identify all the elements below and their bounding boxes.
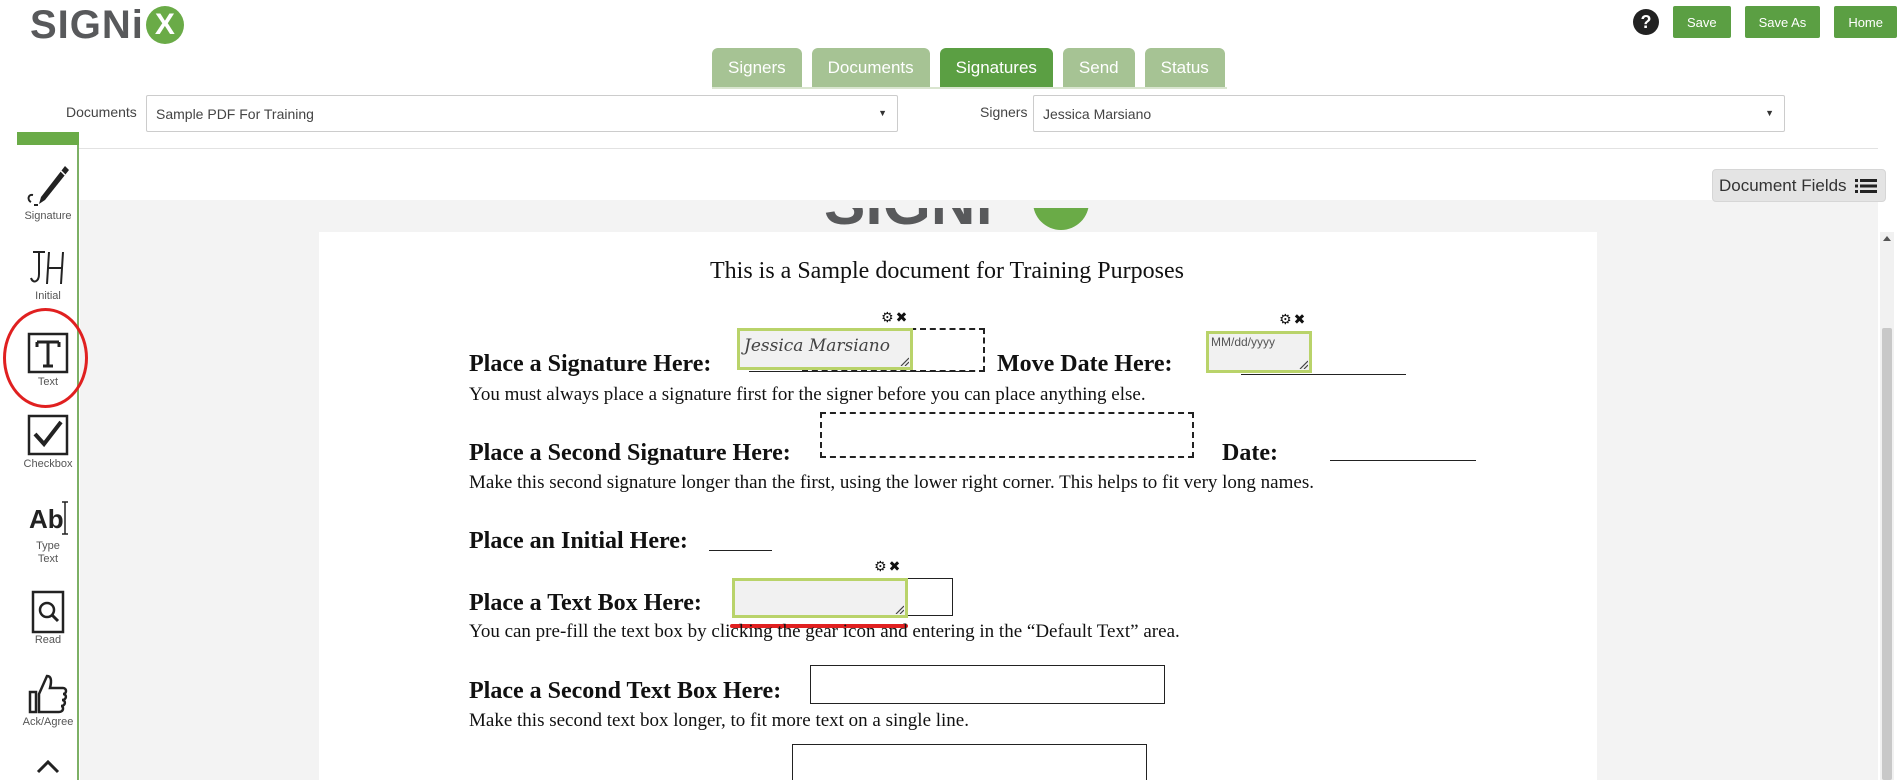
help-icon[interactable]: ? [1632,9,1659,35]
document-fields-button[interactable]: Document Fields [1712,169,1886,202]
signature-note: You must always place a signature first … [469,384,1146,405]
initial-blank-line [709,550,772,551]
workflow-tabs: Signers Documents Signatures Send Status [712,48,1235,88]
second-text-box-label: Place a Second Text Box Here: [469,678,782,704]
signature-label: Place a Signature Here: [469,351,712,377]
third-drop-area[interactable] [792,744,1147,780]
checkbox-icon [27,414,69,456]
initial-icon [30,251,64,285]
gear-icon[interactable]: ⚙ [881,310,896,326]
documents-label: Documents [66,104,137,120]
tab-signatures[interactable]: Signatures [939,48,1053,88]
type-text-icon: Ab [29,501,68,535]
signers-label: Signers [980,104,1028,120]
gear-icon[interactable]: ⚙ [1279,312,1294,328]
tool-read-label: Read [34,634,62,646]
chevron-down-icon: ▼ [878,108,887,118]
toolbar-top-accent [17,132,79,145]
svg-text:Ab: Ab [29,504,64,534]
initial-label: Place an Initial Here: [469,528,688,554]
thumbs-up-icon [28,674,68,714]
resize-handle-icon[interactable] [1298,359,1308,369]
signix-logo[interactable]: SIGNi X [30,2,184,47]
second-date-blank-line [1330,460,1476,461]
chevron-down-icon: ▼ [1765,108,1774,118]
tool-initial-label: Initial [35,290,61,302]
list-icon [1854,178,1877,193]
date-blank-line [1241,374,1406,375]
second-signature-label: Place a Second Signature Here: [469,440,791,466]
pen-icon [27,166,69,206]
tool-read[interactable]: Read [17,590,79,647]
documents-select-value: Sample PDF For Training [156,105,314,122]
page-logo-icon: SIGNi [824,208,1094,248]
save-as-button[interactable]: Save As [1744,6,1821,38]
field-toolbar: Signature Initial Text Checkbox Ab Type … [17,132,79,780]
tab-signers[interactable]: Signers [712,48,802,88]
tab-status[interactable]: Status [1144,48,1225,88]
second-text-box-drop-area[interactable] [810,665,1165,704]
logo-x-badge: X [145,6,184,44]
tab-send[interactable]: Send [1062,48,1135,88]
documents-select[interactable]: Sample PDF For Training ▼ [146,95,898,132]
tool-initial[interactable]: Initial [17,248,79,303]
tab-documents[interactable]: Documents [811,48,930,88]
tool-type-text-label-2: Text [37,553,59,565]
app-window: SIGNi X ? Save Save As Home Signers Docu… [0,0,1904,780]
tool-type-text[interactable]: Ab Type Text [17,496,79,566]
text-box-field[interactable] [732,578,908,618]
magnifier-icon [31,590,65,634]
signature-field-controls: ⚙✖ [881,310,909,326]
scroll-thumb[interactable] [1882,328,1892,780]
toolbar-collapse-button[interactable] [17,756,79,776]
text-box-label: Place a Text Box Here: [469,590,702,616]
signers-select[interactable]: Jessica Marsiano ▼ [1033,95,1785,132]
close-icon[interactable]: ✖ [1294,312,1308,328]
document-fields-label: Document Fields [1719,175,1847,195]
header-actions: ? Save Save As Home [1632,6,1904,38]
second-signature-drop-area[interactable] [820,412,1194,458]
document-scrollbar[interactable] [1880,232,1894,780]
document-page[interactable]: SIGNi This is a Sample document for Trai… [319,208,1597,780]
date-field-placeholder: MM/dd/yyyy [1211,335,1276,349]
resize-handle-icon[interactable] [899,356,909,366]
signature-field[interactable]: Jessica Marsiano [737,328,913,370]
tabs-underline [712,87,1227,89]
date-field[interactable]: MM/dd/yyyy [1206,331,1312,373]
tool-signature[interactable]: Signature [17,164,79,223]
gear-icon[interactable]: ⚙ [874,559,889,575]
tool-ack-agree[interactable]: Ack/Agree [17,672,79,729]
second-text-box-note: Make this second text box longer, to fit… [469,710,969,731]
date-label: Date: [1222,440,1278,466]
header-divider [78,148,1878,149]
tool-signature-label: Signature [24,210,72,222]
second-signature-note: Make this second signature longer than t… [469,472,1314,493]
text-box-note: You can pre-fill the text box by clickin… [469,621,1180,642]
tool-checkbox[interactable]: Checkbox [17,414,79,471]
text-field-controls: ⚙✖ [874,559,902,575]
svg-text:SIGNi: SIGNi [824,208,993,238]
scroll-up-arrow-icon[interactable] [1883,236,1891,241]
save-button[interactable]: Save [1672,6,1731,38]
move-date-label: Move Date Here: [997,351,1173,377]
chevron-up-icon [36,759,60,774]
close-icon[interactable]: ✖ [889,559,903,575]
logo-text: SIGNi [30,2,144,47]
resize-handle-icon[interactable] [894,604,904,614]
signature-field-value: Jessica Marsiano [744,336,890,356]
date-field-controls: ⚙✖ [1279,312,1307,328]
document-title: This is a Sample document for Training P… [710,258,1184,284]
close-icon[interactable]: ✖ [896,310,910,326]
tool-type-text-label-1: Type [36,540,60,552]
tool-ack-agree-label: Ack/Agree [22,716,74,728]
tool-checkbox-label: Checkbox [23,458,73,470]
home-button[interactable]: Home [1834,6,1897,38]
signers-select-value: Jessica Marsiano [1043,105,1152,122]
text-tool-highlight [3,308,88,408]
